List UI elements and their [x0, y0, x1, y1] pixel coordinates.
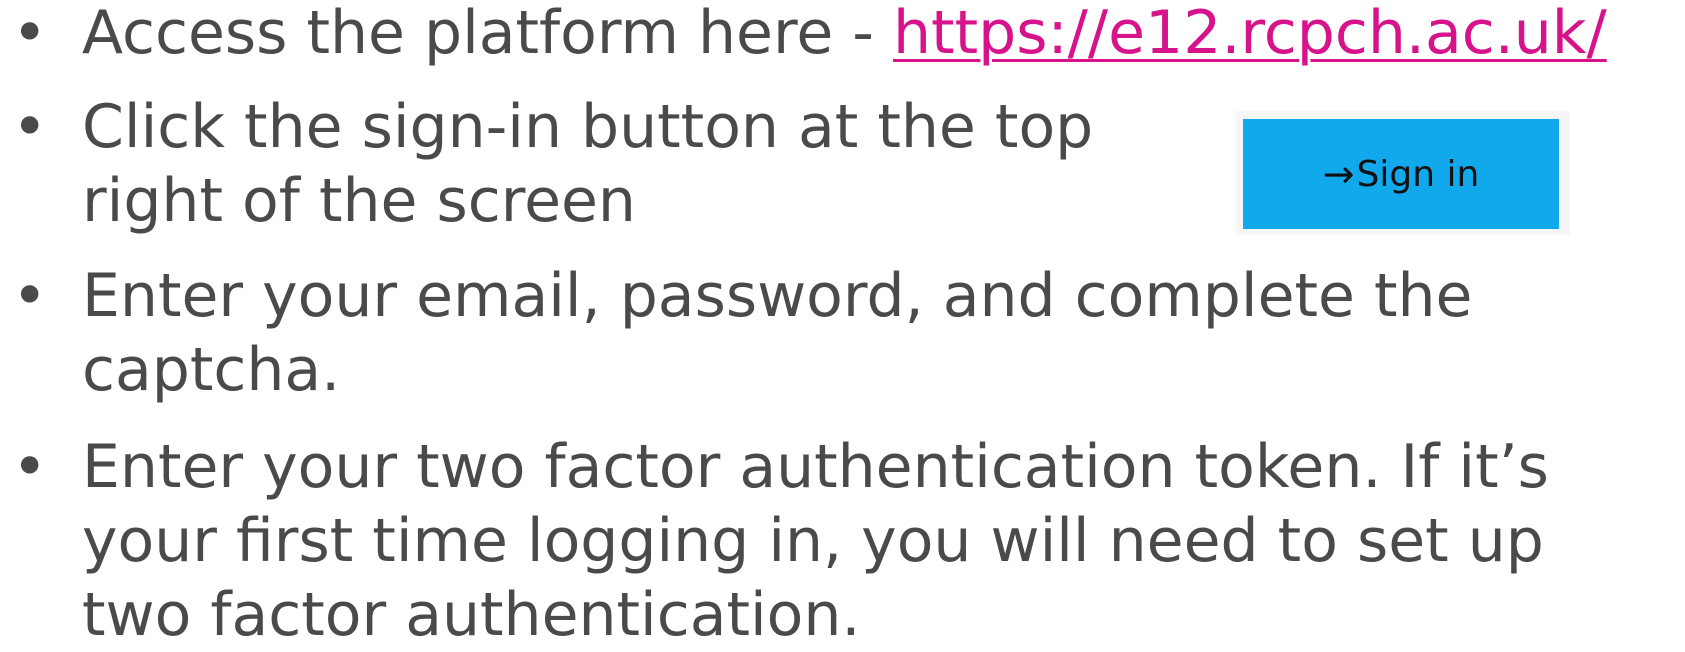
text-line: Click the sign-in button at the top — [82, 92, 1094, 162]
list-item-text: Enter your two factor authentication tok… — [82, 430, 1549, 652]
list-item-text: Enter your email, password, and complete… — [82, 259, 1472, 407]
text-line: Enter your two factor authentication tok… — [82, 432, 1549, 502]
bullet-marker: • — [12, 0, 48, 68]
list-item-text: Click the sign-in button at the top righ… — [82, 90, 1093, 238]
access-text: Access the platform here - — [82, 0, 894, 68]
text-line: two factor authentication. — [82, 580, 861, 650]
bullet-marker: • — [12, 92, 48, 162]
sign-in-label: Sign in — [1356, 153, 1480, 195]
signin-button-screenshot: → Sign in — [1236, 111, 1570, 235]
sign-in-button[interactable]: → Sign in — [1243, 119, 1559, 229]
text-line: right of the screen — [82, 166, 636, 236]
text-line: captcha. — [82, 335, 341, 405]
text-line: your first time logging in, you will nee… — [82, 506, 1544, 576]
platform-link[interactable]: https://e12.rcpch.ac.uk/ — [893, 0, 1607, 68]
instruction-list: • Access the platform here - https://e12… — [0, 0, 1685, 650]
arrow-right-icon: → — [1322, 152, 1355, 196]
bullet-marker: • — [12, 432, 48, 502]
list-item-text: Access the platform here - https://e12.r… — [82, 0, 1607, 70]
text-line: Enter your email, password, and complete… — [82, 261, 1473, 331]
bullet-marker: • — [12, 261, 48, 331]
